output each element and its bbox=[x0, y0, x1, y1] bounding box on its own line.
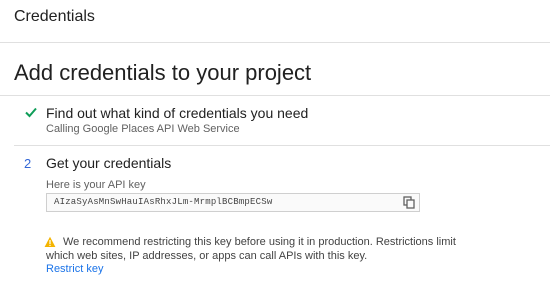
credentials-page: Credentials Add credentials to your proj… bbox=[0, 0, 550, 306]
api-key-value[interactable]: AIzaSyAsMnSwHauIAsRhxJLm-MrmplBCBmpECSw bbox=[54, 197, 272, 207]
step2-number: 2 bbox=[24, 156, 32, 171]
restrict-key-link[interactable]: Restrict key bbox=[46, 263, 103, 275]
step1-subtitle: Calling Google Places API Web Service bbox=[46, 123, 240, 135]
page-title: Add credentials to your project bbox=[14, 60, 312, 85]
copy-icon[interactable] bbox=[403, 196, 416, 209]
divider bbox=[0, 95, 550, 96]
restriction-warning: We recommend restricting this key before… bbox=[46, 236, 456, 262]
api-key-field[interactable]: AIzaSyAsMnSwHauIAsRhxJLm-MrmplBCBmpECSw bbox=[46, 193, 420, 212]
app-title: Credentials bbox=[14, 8, 95, 25]
step1-title: Find out what kind of credentials you ne… bbox=[46, 105, 309, 121]
step2-title: Get your credentials bbox=[46, 155, 172, 171]
check-icon bbox=[24, 105, 38, 119]
top-bar: Credentials bbox=[0, 0, 550, 43]
api-key-label: Here is your API key bbox=[46, 179, 146, 191]
step-divider bbox=[14, 145, 550, 146]
